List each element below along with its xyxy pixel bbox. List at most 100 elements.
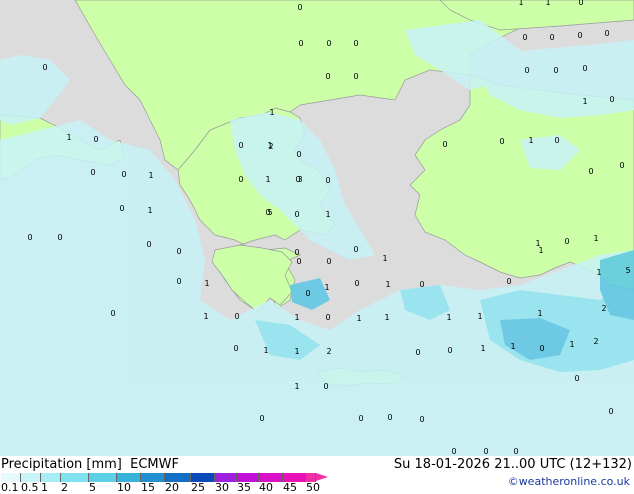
precip-value-label: 0 <box>325 313 330 322</box>
precip-value-label: 0 <box>609 95 614 104</box>
scale-tick-label: 50 <box>306 481 320 494</box>
precip-value-label: 0 <box>604 29 609 38</box>
precip-value-label: 0 <box>325 72 330 81</box>
precip-value-label: 2 <box>326 347 331 356</box>
precip-value-label: 0 <box>419 280 424 289</box>
precip-value-label: 1 <box>596 268 601 277</box>
precip-value-label: 1 <box>269 108 274 117</box>
precip-value-label: 0 <box>294 210 299 219</box>
precip-value-label: 0 <box>574 374 579 383</box>
precip-value-label: 0 <box>499 137 504 146</box>
precip-value-label: 0 <box>42 63 47 72</box>
precip-value-label: 0 <box>298 39 303 48</box>
precip-value-label: 1 <box>384 313 389 322</box>
map-timestamp: Su 18-01-2026 21..00 UTC (12+132) <box>393 457 632 472</box>
precip-value-label: 0 <box>442 140 447 149</box>
precip-value-label: 0 <box>294 248 299 257</box>
precip-value-label: 5 <box>625 266 630 275</box>
precip-value-label: 1 <box>204 279 209 288</box>
precip-value-label: 0 <box>608 407 613 416</box>
precip-value-label: 0 <box>146 240 151 249</box>
precip-value-label: 0 <box>238 141 243 150</box>
precip-value-label: 1 <box>582 97 587 106</box>
precip-value-label: 0 <box>554 136 559 145</box>
precip-value-label: 0 <box>539 344 544 353</box>
scale-tick-label: 2 <box>61 481 68 494</box>
precip-value-label: 0 <box>296 257 301 266</box>
precip-value-label: 1 <box>294 347 299 356</box>
precip-value-label: 0 <box>326 39 331 48</box>
precip-value-label: 0 <box>297 3 302 12</box>
precip-value-label: 0 <box>90 168 95 177</box>
precip-value-label: 0 <box>354 279 359 288</box>
precip-value-label: 1 <box>538 246 543 255</box>
precip-value-label: 1 <box>480 344 485 353</box>
precip-value-label: 0 <box>577 31 582 40</box>
precip-value-label: 0 <box>564 237 569 246</box>
precip-value-label: 0 <box>451 447 456 456</box>
precip-value-label: 0 <box>353 39 358 48</box>
precip-value-label: 3 <box>297 175 302 184</box>
scale-tick-label: 0.1 <box>1 481 19 494</box>
precip-value-label: 0 <box>259 414 264 423</box>
precip-value-label: 1 <box>569 340 574 349</box>
scale-tick-label: 40 <box>259 481 273 494</box>
precipitation-map: 0 1 1 0 0 0 0 0 0 0 0 0 0 0 0 0 0 1 1 0 1 0 0 0 0 1 1 0 0 2 0 1 0 1 0 0 0 0 3 0… <box>0 0 634 456</box>
precip-value-label: 1 <box>294 382 299 391</box>
precip-value-label: 1 <box>382 254 387 263</box>
precip-value-label: 2 <box>601 304 606 313</box>
scale-tick-label: 25 <box>191 481 205 494</box>
precip-value-label: 0 <box>588 167 593 176</box>
precip-value-label: 1 <box>147 206 152 215</box>
precip-value-label: 0 <box>447 346 452 355</box>
footer-bar: Precipitation [mm] ECMWF Su 18-01-2026 2… <box>0 456 634 494</box>
precip-value-label: 1 <box>518 0 523 7</box>
precip-value-label: 1 <box>294 313 299 322</box>
precip-value-label: 1 <box>356 314 361 323</box>
precip-value-label: 0 <box>387 413 392 422</box>
precip-value-label: 0 <box>353 72 358 81</box>
precip-value-label: 0 <box>506 277 511 286</box>
map-title: Precipitation [mm] ECMWF <box>1 457 179 472</box>
precip-value-label: 0 <box>513 447 518 456</box>
precip-value-label: 0 <box>419 415 424 424</box>
precip-value-label: 0 <box>176 277 181 286</box>
precip-value-label: 0 <box>27 233 32 242</box>
scale-arrow <box>316 473 328 481</box>
site-credit[interactable]: ©weatheronline.co.uk <box>508 475 630 488</box>
precip-value-label: 0 <box>553 66 558 75</box>
scale-tick-label: 15 <box>141 481 155 494</box>
scale-tick-label: 0.5 <box>21 481 39 494</box>
precip-value-label: 0 <box>121 170 126 179</box>
precip-value-label: 0 <box>176 247 181 256</box>
precip-value-label: 0 <box>483 447 488 456</box>
precip-value-label: 1 <box>545 0 550 7</box>
precip-value-label: 2 <box>268 142 273 151</box>
precip-value-label: 0 <box>296 150 301 159</box>
precip-value-label: 1 <box>537 309 542 318</box>
precip-value-label: 0 <box>326 257 331 266</box>
precip-value-label: 0 <box>323 382 328 391</box>
precip-value-label: 0 <box>619 161 624 170</box>
precip-value-label: 1 <box>324 283 329 292</box>
precip-value-label: 2 <box>593 337 598 346</box>
precip-value-label: 0 <box>57 233 62 242</box>
precip-value-label: 1 <box>477 312 482 321</box>
precip-value-label: 0 <box>305 289 310 298</box>
precip-value-label: 0 <box>353 245 358 254</box>
precip-value-label: 0 <box>119 204 124 213</box>
precip-value-label: 0 <box>110 309 115 318</box>
precip-value-label: 0 <box>524 66 529 75</box>
precip-value-label: 0 <box>93 135 98 144</box>
precip-value-label: 1 <box>265 175 270 184</box>
precip-value-label: 5 <box>267 208 272 217</box>
precip-value-label: 0 <box>549 33 554 42</box>
precip-value-label: 0 <box>234 312 239 321</box>
precip-value-label: 1 <box>325 210 330 219</box>
precip-value-label: 1 <box>593 234 598 243</box>
precip-value-label: 1 <box>446 313 451 322</box>
scale-tick-label: 35 <box>237 481 251 494</box>
precip-value-label: 1 <box>66 133 71 142</box>
precip-value-label: 1 <box>148 171 153 180</box>
scale-tick-label: 10 <box>117 481 131 494</box>
